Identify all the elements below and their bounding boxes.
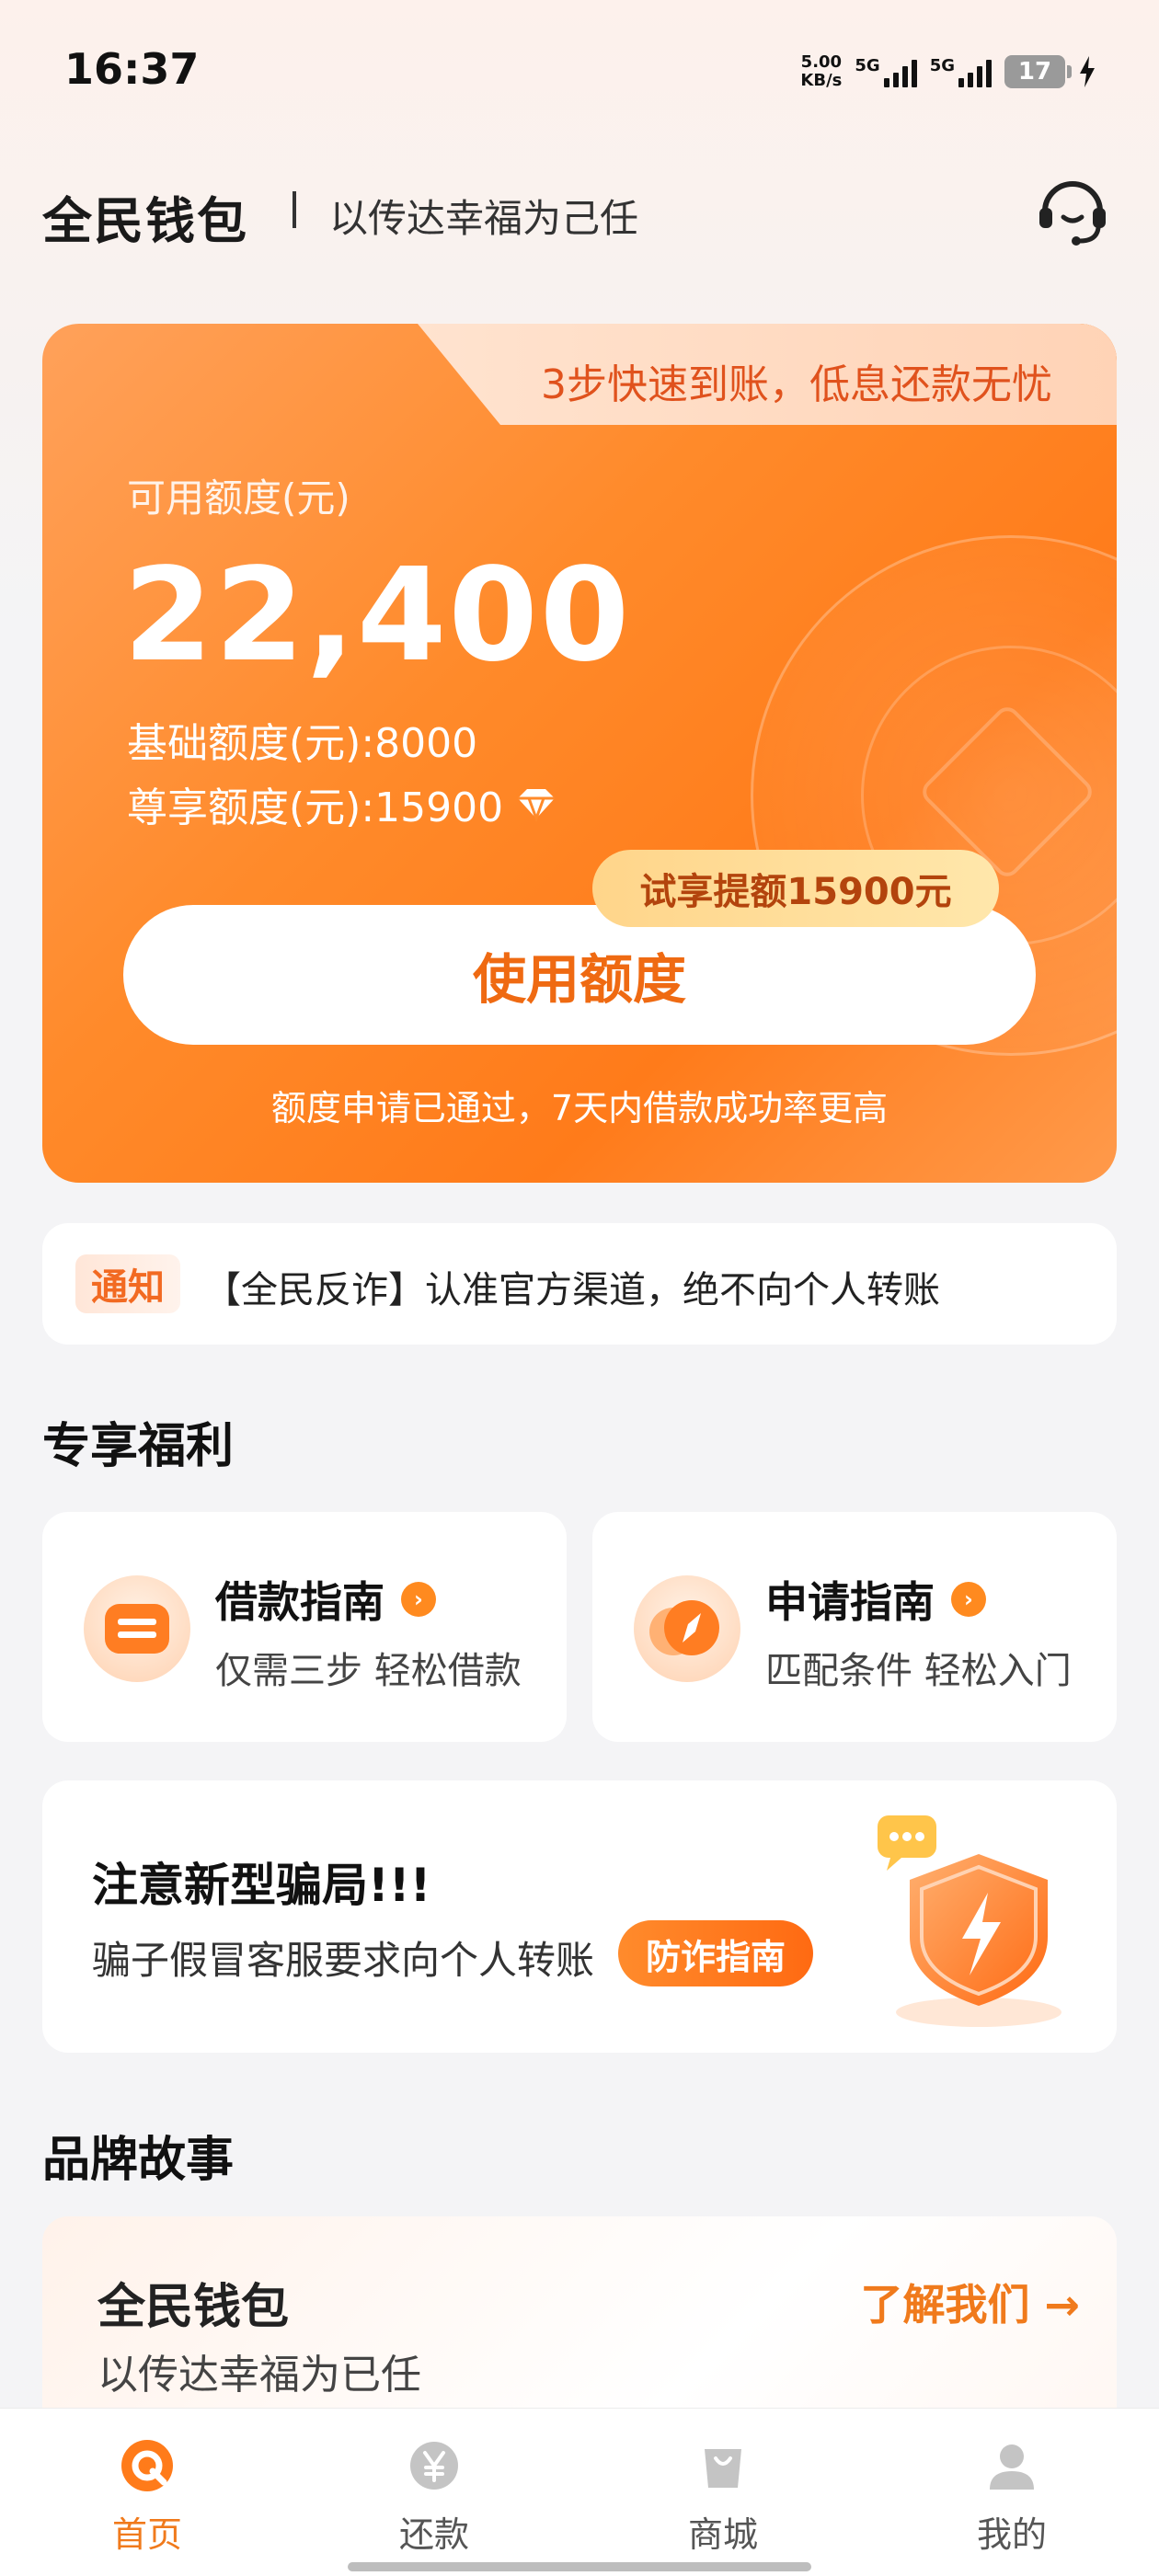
- compass-icon: [634, 1575, 740, 1682]
- bottom-nav: 首页 还款 商城 我的: [0, 2408, 1159, 2576]
- charging-icon: [1080, 56, 1095, 87]
- status-indicators: 5.00 KB/s 5G 5G 17: [800, 44, 1096, 99]
- network-speed: 5.00 KB/s: [800, 53, 842, 90]
- brand-story-section-title: 品牌故事: [42, 2133, 235, 2188]
- apply-guide-subtitle: 匹配条件 轻松入门: [765, 1650, 1072, 1692]
- app-slogan: 以传达幸福为己任: [329, 196, 639, 241]
- nav-item-mine[interactable]: 我的: [920, 2436, 1104, 2557]
- yuan-icon: [410, 2442, 458, 2490]
- fraud-text: 骗子假冒客服要求向个人转账: [92, 1938, 595, 1983]
- signal-icon: [883, 56, 917, 87]
- nav-label-repay: 还款: [398, 2514, 469, 2555]
- notice-bar[interactable]: 通知 【全民反诈】认准官方渠道，绝不向个人转账: [42, 1223, 1117, 1345]
- speed-unit: KB/s: [800, 71, 843, 90]
- signal-5g-2: 5G: [930, 56, 992, 87]
- nav-item-repay[interactable]: 还款: [342, 2436, 526, 2557]
- nav-item-home[interactable]: 首页: [55, 2436, 239, 2557]
- home-indicator[interactable]: [348, 2562, 811, 2571]
- approved-tip: 额度申请已通过，7天内借款成功率更高: [270, 1088, 889, 1128]
- fraud-title: 注意新型骗局!!!: [92, 1859, 431, 1912]
- home-icon: [121, 2440, 173, 2491]
- headset-icon[interactable]: [1034, 171, 1111, 248]
- credit-card: 3步快速到账，低息还款无忧 可用额度(元) 22,400 基础额度(元):800…: [42, 324, 1117, 1183]
- about-us-link[interactable]: 了解我们 →: [860, 2272, 1080, 2332]
- loan-guide-subtitle: 仅需三步 轻松借款: [215, 1650, 522, 1692]
- card-banner-text: 3步快速到账，低息还款无忧: [541, 361, 1052, 408]
- nav-label-mine: 我的: [976, 2514, 1047, 2555]
- trial-raise-badge[interactable]: 试享提额15900元: [592, 850, 999, 927]
- brand-story-subtitle: 以传达幸福为已任: [98, 2352, 421, 2399]
- welfare-section-title: 专享福利: [42, 1419, 235, 1474]
- vip-credit-row: 尊享额度(元):15900: [127, 774, 558, 833]
- shield-icon: [878, 1815, 1061, 2027]
- shopping-bag-icon: [705, 2449, 741, 2488]
- status-time: 16:37: [64, 44, 200, 94]
- network-label-2: 5G: [929, 56, 955, 75]
- apply-guide-card[interactable]: 申请指南 › 匹配条件 轻松入门: [592, 1512, 1117, 1742]
- loan-guide-title-row: 借款指南 ›: [215, 1569, 436, 1630]
- battery-level: 17: [1017, 58, 1052, 86]
- nav-item-mall[interactable]: 商城: [631, 2436, 815, 2557]
- nav-label-mall: 商城: [687, 2514, 758, 2555]
- loan-guide-icon: [84, 1575, 190, 1682]
- apply-guide-title: 申请指南: [765, 1577, 935, 1627]
- brand-divider: [293, 191, 296, 228]
- chevron-right-icon: ›: [401, 1582, 436, 1617]
- vip-credit: 尊享额度(元):15900: [127, 784, 504, 831]
- chevron-right-icon: ›: [951, 1582, 986, 1617]
- notice-tag: 通知: [75, 1254, 180, 1313]
- diamond-icon: [518, 789, 556, 822]
- network-label-1: 5G: [855, 56, 880, 75]
- nav-label-home: 首页: [111, 2514, 182, 2555]
- apply-guide-title-row: 申请指南 ›: [765, 1569, 986, 1630]
- loan-guide-title: 借款指南: [215, 1577, 384, 1627]
- speed-value: 5.00: [800, 52, 843, 72]
- brand-story-title: 全民钱包: [98, 2280, 290, 2335]
- battery-icon: 17: [1004, 55, 1072, 88]
- anti-fraud-guide-button[interactable]: 防诈指南: [618, 1920, 813, 1986]
- app-brand: 全民钱包: [42, 192, 248, 250]
- user-icon: [990, 2444, 1034, 2490]
- available-credit-label: 可用额度(元): [127, 475, 350, 521]
- available-credit-amount: 22,400: [123, 541, 632, 691]
- basic-credit: 基础额度(元):8000: [127, 720, 478, 767]
- signal-icon: [958, 56, 992, 87]
- notice-text: 【全民反诈】认准官方渠道，绝不向个人转账: [204, 1269, 940, 1311]
- signal-5g-1: 5G: [855, 56, 917, 87]
- loan-guide-card[interactable]: 借款指南 › 仅需三步 轻松借款: [42, 1512, 567, 1742]
- fraud-warning-card[interactable]: 注意新型骗局!!! 骗子假冒客服要求向个人转账 防诈指南: [42, 1780, 1117, 2053]
